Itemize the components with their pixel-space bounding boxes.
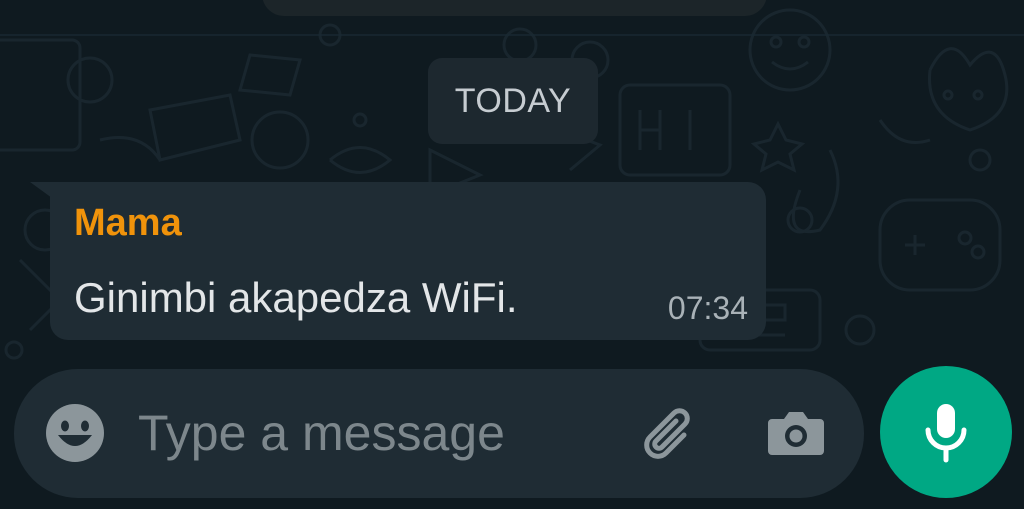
message-input[interactable]: [138, 393, 608, 473]
emoji-button[interactable]: [44, 402, 106, 464]
top-divider: [0, 34, 1024, 36]
message-text: Ginimbi akapedza WiFi.: [74, 274, 518, 321]
top-bar-edge: [262, 0, 767, 16]
paperclip-icon: [644, 408, 690, 459]
incoming-message[interactable]: Mama Ginimbi akapedza WiFi. 07:34: [50, 182, 766, 340]
date-separator: TODAY: [428, 58, 598, 144]
chat-screen: TODAY Mama Ginimbi akapedza WiFi. 07:34: [0, 0, 1024, 509]
microphone-icon: [925, 404, 967, 463]
date-separator-label: TODAY: [454, 81, 572, 120]
camera-icon: [768, 412, 824, 455]
message-composer: [14, 369, 864, 498]
message-bubble-tail: [30, 182, 52, 198]
emoji-icon: [46, 404, 104, 462]
sender-name[interactable]: Mama: [74, 202, 182, 245]
message-timestamp: 07:34: [667, 290, 748, 326]
attach-button[interactable]: [638, 399, 706, 467]
camera-button[interactable]: [762, 399, 830, 467]
voice-message-button[interactable]: [880, 366, 1012, 498]
